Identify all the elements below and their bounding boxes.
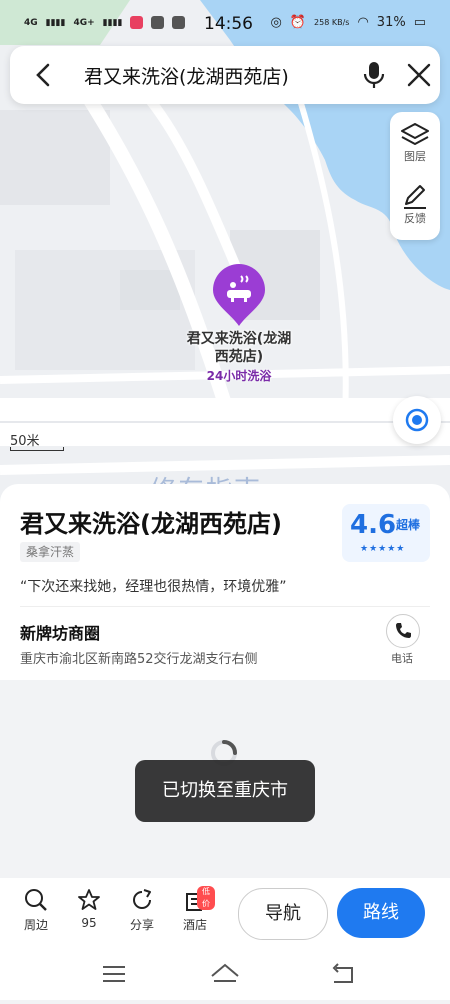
layers-label: 图层: [404, 150, 426, 163]
address: 重庆市渝北区新南路52交行龙湖支行右侧: [20, 652, 258, 667]
toast-message: 已切换至重庆市: [135, 760, 315, 822]
rating-label: 超棒: [396, 518, 421, 532]
signal-bars-icon: ▮▮▮▮: [102, 17, 123, 28]
back-icon[interactable]: [30, 61, 58, 89]
rating-stars: ★★★★★: [360, 544, 406, 554]
route-button[interactable]: 路线: [337, 888, 425, 938]
favorite-button[interactable]: 95: [69, 888, 109, 930]
share-label: 分享: [129, 918, 154, 932]
location-icon: ◎: [270, 15, 282, 30]
hotel-tag: 低价: [197, 886, 215, 910]
edit-icon: [404, 185, 426, 209]
signal-1-label: 4G: [24, 17, 38, 28]
review-quote[interactable]: “下次还来找她，经理也很热情，环境优雅”: [20, 576, 287, 596]
rating-score: 4.6: [350, 510, 397, 540]
map-scale: 50米: [10, 430, 64, 451]
message-notification-icon: [172, 16, 186, 29]
system-nav-bar: [0, 950, 450, 1000]
favorite-count: 95: [81, 916, 97, 930]
alarm-icon: ⏰: [289, 15, 307, 30]
clock: 14:56: [204, 14, 253, 34]
divider: [20, 606, 430, 607]
network-speed: 258 KB/s: [314, 18, 350, 27]
poi-pin[interactable]: [211, 262, 267, 328]
place-name: 君又来洗浴(龙湖西苑店): [20, 510, 282, 538]
microphone-icon[interactable]: [360, 60, 388, 90]
phone-label: 电话: [391, 652, 413, 665]
search-query[interactable]: 君又来洗浴(龙湖西苑店): [84, 62, 289, 89]
layers-button[interactable]: 图层: [390, 122, 440, 164]
poi-subtitle: 24小时洗浴: [206, 369, 272, 383]
hotel-button[interactable]: 低价 酒店: [175, 886, 215, 933]
star-icon: [78, 889, 100, 910]
wifi-icon: ◠: [357, 15, 369, 30]
navigate-button[interactable]: 导航: [238, 888, 328, 940]
nearby-button[interactable]: 周边: [16, 888, 56, 933]
search-bar: 君又来洗浴(龙湖西苑店): [10, 46, 440, 104]
business-area: 新牌坊商圈: [20, 624, 101, 643]
locate-icon: [405, 408, 429, 432]
close-icon[interactable]: [406, 62, 432, 88]
map-tools-panel: 图层 反馈: [390, 112, 440, 240]
battery-icon: ▭: [413, 15, 426, 30]
category-tag: 桑拿汗蒸: [20, 542, 81, 562]
signal-bars-icon: ▮▮▮▮: [45, 17, 66, 28]
place-detail-sheet: 君又来洗浴(龙湖西苑店) 桑拿汗蒸 4.6 超棒 ★★★★★ “下次还来找她，经…: [0, 484, 450, 680]
locate-button[interactable]: [393, 396, 441, 444]
status-bar: 4G ▮▮▮▮ 4G+ ▮▮▮▮ 14:56 ◎ ⏰ 258 KB/s ◠ 31…: [0, 0, 450, 48]
share-icon: [133, 889, 151, 909]
poi-name[interactable]: 君又来洗浴(龙湖西苑店): [186, 330, 292, 366]
signal-2-label: 4G+: [73, 17, 95, 28]
nearby-label: 周边: [23, 918, 48, 932]
pay-notification-icon: [151, 16, 165, 29]
share-button[interactable]: 分享: [122, 888, 162, 933]
search-icon: [25, 889, 47, 911]
feedback-button[interactable]: 反馈: [390, 184, 440, 226]
app-notification-icon: [130, 16, 144, 29]
back-nav-icon[interactable]: [332, 963, 353, 983]
home-icon[interactable]: [211, 963, 239, 982]
phone-button[interactable]: [386, 614, 420, 648]
phone-icon: [396, 623, 411, 638]
hotel-label: 酒店: [182, 918, 207, 932]
rating-card[interactable]: 4.6 超棒 ★★★★★: [342, 504, 430, 562]
scale-bar: [10, 447, 64, 451]
battery-level: 31%: [376, 15, 406, 30]
menu-icon[interactable]: [103, 966, 125, 982]
layers-icon: [401, 123, 429, 145]
bottom-action-bar: 周边 95 分享 低价 酒店 导航 路线: [0, 878, 450, 950]
feedback-label: 反馈: [404, 212, 426, 225]
